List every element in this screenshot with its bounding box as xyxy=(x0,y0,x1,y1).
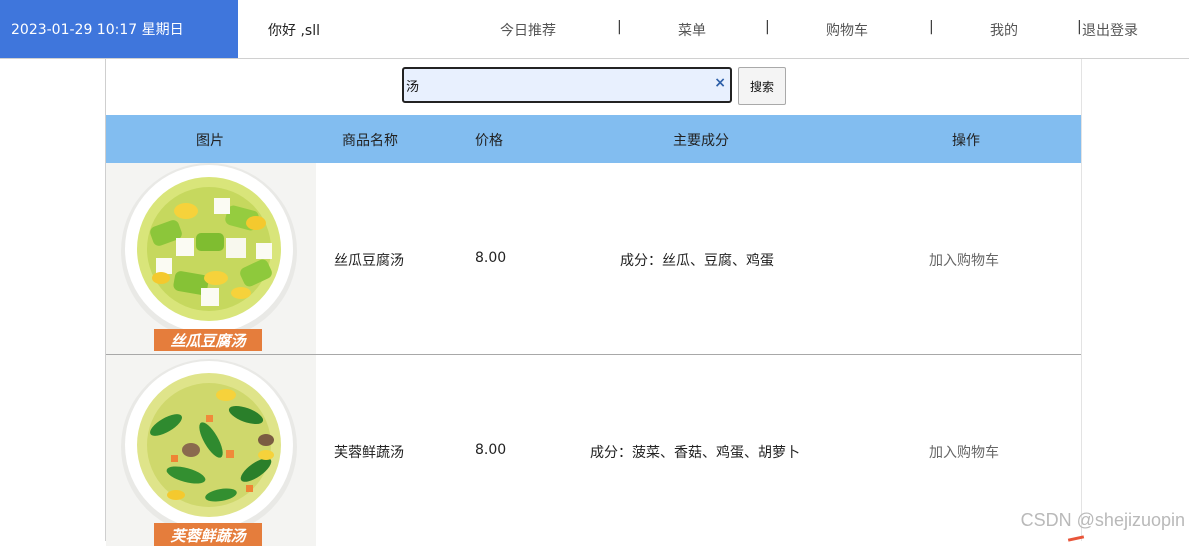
greeting-text: 你好 ,sll xyxy=(268,23,320,39)
table-row: 芙蓉鲜蔬汤 芙蓉鲜蔬汤 8.00 成分：菠菜、香菇、鸡蛋、胡萝卜 加入购物车 xyxy=(106,355,1081,546)
search-box: × xyxy=(402,67,732,103)
add-to-cart-link[interactable]: 加入购物车 xyxy=(929,442,999,462)
product-price: 8.00 xyxy=(475,442,507,458)
nav-cart[interactable]: 购物车 xyxy=(826,20,868,40)
product-price: 8.00 xyxy=(475,250,507,266)
nav-separator: | xyxy=(1077,19,1082,35)
nav-separator: | xyxy=(617,19,622,35)
top-bar: 2023-01-29 10:17 星期日 你好 ,sll 今日推荐 | 菜单 |… xyxy=(0,0,1189,59)
dish-photo: 芙蓉鲜蔬汤 xyxy=(106,355,316,546)
nav-separator: | xyxy=(765,19,770,35)
column-header-image: 图片 xyxy=(196,133,224,149)
column-header-ingredients: 主要成分 xyxy=(673,133,729,149)
product-ingredients: 成分：菠菜、香菇、鸡蛋、胡萝卜 xyxy=(590,445,800,461)
datetime-display: 2023-01-29 10:17 星期日 xyxy=(0,0,238,58)
nav-menu[interactable]: 菜单 xyxy=(678,20,706,40)
product-name: 丝瓜豆腐汤 xyxy=(334,253,404,269)
search-button[interactable]: 搜索 xyxy=(738,67,786,105)
add-to-cart-link[interactable]: 加入购物车 xyxy=(929,250,999,270)
column-header-price: 价格 xyxy=(475,133,503,149)
watermark-text: CSDN @shejizuopin xyxy=(1020,510,1185,530)
dish-photo-caption: 丝瓜豆腐汤 xyxy=(170,332,247,350)
column-header-name: 商品名称 xyxy=(342,133,398,149)
nav-today-recommend[interactable]: 今日推荐 xyxy=(500,20,556,40)
dish-photo-caption: 芙蓉鲜蔬汤 xyxy=(169,527,247,545)
product-panel: × 搜索 图片 商品名称 价格 主要成分 操作 xyxy=(105,59,1082,546)
product-name: 芙蓉鲜蔬汤 xyxy=(334,445,404,461)
table-row: 丝瓜豆腐汤 丝瓜豆腐汤 8.00 成分：丝瓜、豆腐、鸡蛋 加入购物车 xyxy=(106,163,1081,355)
nav-mine[interactable]: 我的 xyxy=(990,20,1018,40)
nav-separator: | xyxy=(929,19,934,35)
column-header-action: 操作 xyxy=(952,133,980,149)
table-header: 图片 商品名称 价格 主要成分 操作 xyxy=(106,115,1081,163)
nav-logout[interactable]: 退出登录 xyxy=(1082,20,1138,40)
search-input[interactable] xyxy=(404,69,706,101)
close-icon[interactable]: × xyxy=(714,75,726,91)
datetime-text: 2023-01-29 10:17 星期日 xyxy=(11,22,184,38)
product-ingredients: 成分：丝瓜、豆腐、鸡蛋 xyxy=(620,253,774,269)
dish-photo: 丝瓜豆腐汤 xyxy=(106,163,316,354)
